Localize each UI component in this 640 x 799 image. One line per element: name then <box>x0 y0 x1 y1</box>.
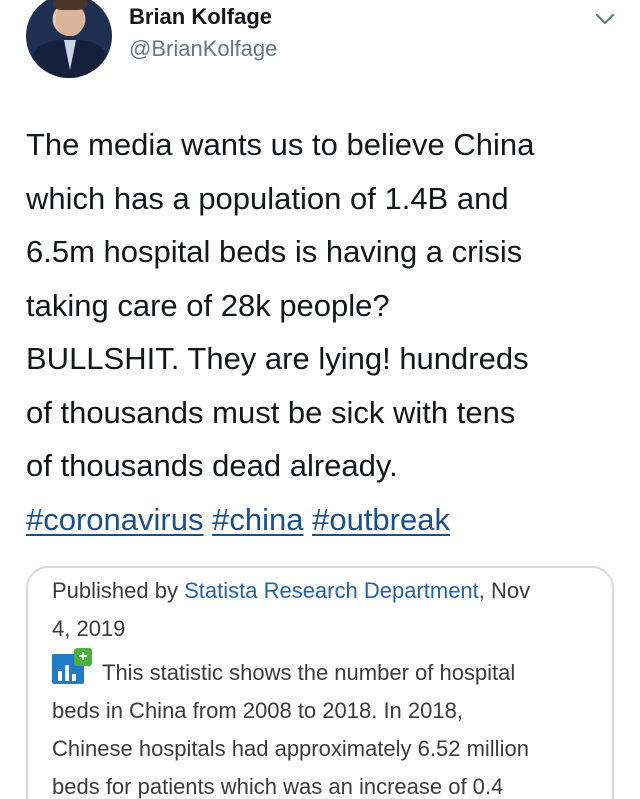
tweet-line: of thousands must be sick with tens <box>26 394 516 430</box>
description-text: This statistic shows the number of hospi… <box>102 660 516 685</box>
chevron-down-icon[interactable] <box>595 12 615 26</box>
tweet-line: 6.5m hospital beds is having a crisis <box>26 234 523 269</box>
tweet-line: BULLSHIT. They are lying! hundreds <box>26 341 529 376</box>
hashtag-line: #coronavirus #china #outbreak <box>26 493 626 547</box>
published-date-cont: 4, 2019 <box>52 616 126 641</box>
tweet-line: The media wants us to believe China <box>26 127 535 162</box>
description-line: Chinese hospitals had approximately 6.52… <box>52 736 529 761</box>
avatar-hair <box>53 0 87 10</box>
tweet-line: of thousands dead already. <box>26 448 398 483</box>
description-line: + This statistic shows the number of hosp… <box>52 648 592 692</box>
tweet-body: The media wants us to believe China whic… <box>26 118 626 546</box>
card-text: Published by Statista Research Departmen… <box>52 572 592 799</box>
published-date: , Nov <box>478 578 531 603</box>
publisher-link[interactable]: Statista Research Department <box>184 578 479 603</box>
published-line: Published by Statista Research Departmen… <box>52 572 592 610</box>
tweet-line: taking care of 28k people? <box>26 287 390 323</box>
statista-chart-plus-icon: + <box>52 648 92 686</box>
embedded-statista-card[interactable]: Published by Statista Research Departmen… <box>26 566 614 799</box>
author-handle[interactable]: @BrianKolfage <box>129 36 277 62</box>
tweet-line: which has a population of 1.4B and <box>26 180 509 216</box>
published-prefix: Published by <box>52 578 185 603</box>
description-line: beds for patients which was an increase … <box>52 774 504 799</box>
author-name[interactable]: Brian Kolfage <box>129 4 272 30</box>
hashtag-coronavirus[interactable]: #coronavirus <box>26 502 203 537</box>
hashtag-outbreak[interactable]: #outbreak <box>312 502 450 537</box>
description-line: beds in China from 2008 to 2018. In 2018… <box>52 698 463 723</box>
avatar[interactable] <box>26 0 112 78</box>
tweet-header: Brian Kolfage @BrianKolfage <box>0 0 640 90</box>
hashtag-china[interactable]: #china <box>212 502 303 537</box>
